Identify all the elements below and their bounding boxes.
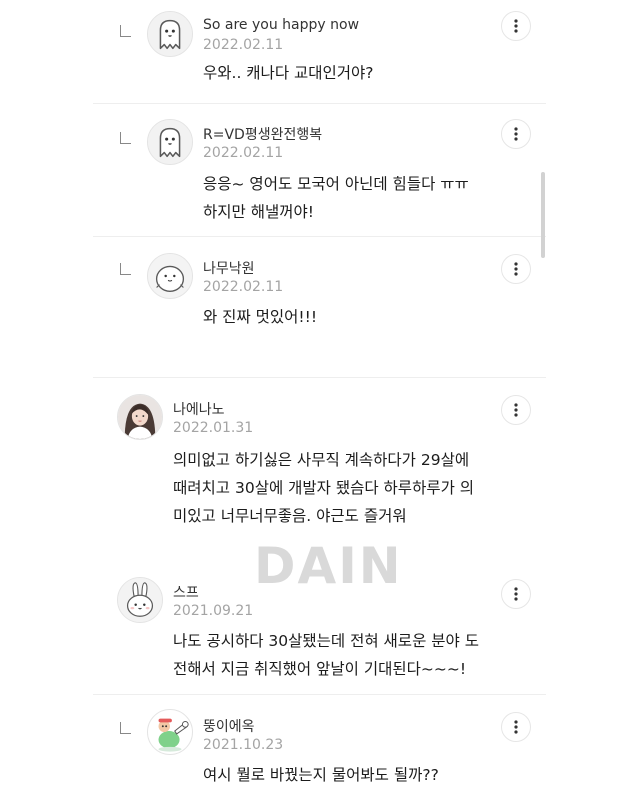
comment-date: 2021.09.21 [173,603,254,619]
more-options-button[interactable] [501,119,531,149]
comment-date: 2022.02.11 [203,279,284,295]
round-blob-character-icon[interactable] [147,253,193,299]
more-vertical-icon [514,403,518,417]
comment-text: 응응~ 영어도 모국어 아닌데 힘들다 ㅠㅠ 하지만 해낼꺼야! [203,175,469,221]
comment-text: 여시 뭘로 바꿨는지 물어봐도 될까?? [203,766,439,784]
comment-text: 우와.. 캐나다 교대인거야? [203,64,374,82]
more-options-button[interactable] [501,11,531,41]
comment-date: 2022.01.31 [173,420,254,436]
cartoon-character-icon[interactable] [147,709,193,755]
comment-author[interactable]: R=VD평생완전행복 [203,124,322,144]
more-options-button[interactable] [501,254,531,284]
reply-indent-icon [120,132,131,144]
comment-item: 나에나노 2022.01.31 의미없고 하기싫은 사무직 계속하다가 29살에… [0,378,640,556]
more-options-button[interactable] [501,712,531,742]
comment-author[interactable]: 나에나노 [173,399,225,419]
bunny-character-icon[interactable] [117,577,163,623]
more-options-button[interactable] [501,395,531,425]
reply-indent-icon [120,263,131,275]
comment-date: 2022.02.11 [203,37,284,53]
comment-item: 뚱이에옥 2021.10.23 여시 뭘로 바꿨는지 물어봐도 될까?? [0,695,640,800]
more-vertical-icon [514,587,518,601]
comment-text: 와 진짜 멋있어!!! [203,308,318,326]
comment-author[interactable]: 스프 [173,582,199,602]
comment-text: 나도 공시하다 30살됐는데 전혀 새로운 분야 도 전해서 지금 취직했어 앞… [173,632,479,678]
comment-item: So are you happy now 2022.02.11 우와.. 캐나다… [0,0,640,100]
watermark: DAIN [254,537,403,595]
comment-author[interactable]: 뚱이에옥 [203,716,255,736]
more-vertical-icon [514,262,518,276]
comment-date: 2022.02.11 [203,145,284,161]
ghost-character-icon[interactable] [147,11,193,57]
ghost-character-icon[interactable] [147,119,193,165]
comment-author[interactable]: 나무낙원 [203,258,255,278]
more-vertical-icon [514,19,518,33]
comment-author[interactable]: So are you happy now [203,17,359,33]
more-options-button[interactable] [501,579,531,609]
comment-date: 2021.10.23 [203,737,284,753]
comment-text: 의미없고 하기싫은 사무직 계속하다가 29살에 때려치고 30살에 개발자 됐… [173,451,475,525]
photo-portrait-icon[interactable] [117,394,163,440]
reply-indent-icon [120,722,131,734]
scrollbar[interactable] [541,172,545,258]
more-vertical-icon [514,127,518,141]
comment-item: 나무낙원 2022.02.11 와 진짜 멋있어!!! [0,237,640,377]
reply-indent-icon [120,25,131,37]
more-vertical-icon [514,720,518,734]
